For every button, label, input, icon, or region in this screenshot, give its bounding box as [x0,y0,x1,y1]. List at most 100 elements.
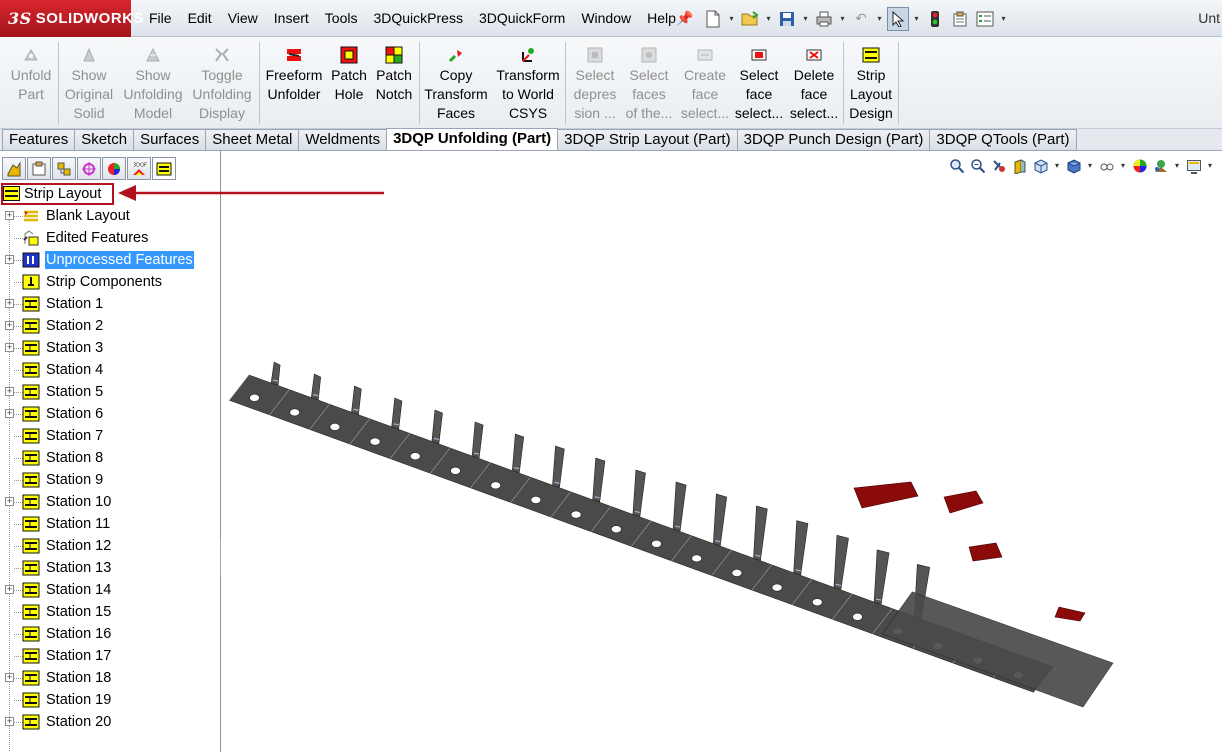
save-dropdown-icon[interactable]: ▾ [801,14,810,23]
menu-file[interactable]: File [141,0,180,37]
tree-item-station-16[interactable]: Station 16 [0,623,220,645]
options-dropdown-icon[interactable]: ▾ [999,14,1008,23]
tab-3dqp-qtools-part[interactable]: 3DQP QTools (Part) [929,129,1077,150]
expand-toggle-icon[interactable]: + [5,211,14,220]
new-document-icon[interactable] [702,7,724,31]
tab-3dqp-unfolding-part[interactable]: 3DQP Unfolding (Part) [386,128,559,150]
tree-item-station-9[interactable]: Station 9 [0,469,220,491]
expand-toggle-icon[interactable]: + [5,343,14,352]
strip-layout-manager-tab-icon[interactable] [152,157,176,180]
menu-window[interactable]: Window [573,0,639,37]
tree-item-station-14[interactable]: + Station 14 [0,579,220,601]
tree-item-station-11[interactable]: Station 11 [0,513,220,535]
tree-item-blank-layout[interactable]: + Blank Layout [0,205,220,227]
tab-features[interactable]: Features [2,129,76,150]
tree-item-station-8[interactable]: Station 8 [0,447,220,469]
print-icon[interactable] [813,7,835,31]
options-icon[interactable] [974,7,996,31]
tab-sheet-metal[interactable]: Sheet Metal [205,129,300,150]
select-dropdown-icon[interactable]: ▾ [912,14,921,23]
tree-item-station-17[interactable]: Station 17 [0,645,220,667]
tree-item-station-19[interactable]: Station 19 [0,689,220,711]
create-face-select-button[interactable]: Create face select... [678,46,732,123]
print-dropdown-icon[interactable]: ▾ [838,14,847,23]
expand-toggle-icon[interactable]: + [5,717,14,726]
tab-weldments[interactable]: Weldments [298,129,388,150]
tree-item-station-18[interactable]: + Station 18 [0,667,220,689]
tree-item-station-2[interactable]: + Station 2 [0,315,220,337]
tree-item-label: Station 11 [46,516,111,532]
freeform-unfolder-button[interactable]: Freeform Unfolder [263,46,325,104]
create-face-select-label: Create face select... [680,67,730,121]
tree-item-station-7[interactable]: Station 7 [0,425,220,447]
tree-item-station-5[interactable]: + Station 5 [0,381,220,403]
menu-edit[interactable]: Edit [180,0,220,37]
tree-item-label: Station 18 [46,670,112,686]
expand-toggle-icon[interactable]: + [5,255,14,264]
strip-layout-design-button[interactable]: Strip Layout Design [847,46,895,123]
tree-item-unprocessed-features[interactable]: + Unprocessed Features [0,249,220,271]
menu-3dquickform[interactable]: 3DQuickForm [471,0,573,37]
open-dropdown-icon[interactable]: ▾ [764,14,773,23]
tab-sketch[interactable]: Sketch [74,129,135,150]
tree-item-station-20[interactable]: + Station 20 [0,711,220,733]
3dqf-manager-tab-icon[interactable]: 3DQF [127,157,151,180]
tree-item-station-10[interactable]: + Station 10 [0,491,220,513]
tree-item-station-3[interactable]: + Station 3 [0,337,220,359]
patch-hole-button[interactable]: Patch Hole [329,46,369,104]
transform-to-world-csys-button[interactable]: Transform to World CSYS [493,46,563,123]
formed-tab [873,549,890,605]
undo-icon[interactable]: ↶ [850,7,872,31]
solidworks-logo[interactable]: 3S SOLIDWORKS [0,0,144,37]
unfold-part-button[interactable]: Unfold Part [8,46,54,104]
expand-toggle-icon[interactable]: + [5,321,14,330]
tab-3dqp-strip-layout-part[interactable]: 3DQP Strip Layout (Part) [557,129,738,150]
rebuild-traffic-light-icon[interactable] [924,7,946,31]
file-properties-icon[interactable] [949,7,971,31]
tree-item-station-4[interactable]: Station 4 [0,359,220,381]
tree-item-station-6[interactable]: + Station 6 [0,403,220,425]
select-cursor-icon[interactable] [887,6,909,31]
patch-notch-button[interactable]: Patch Notch [373,46,415,104]
tree-item-edited-features[interactable]: Edited Features [0,227,220,249]
tree-item-strip-components[interactable]: Strip Components [0,271,220,293]
select-depression-button[interactable]: Select depres sion ... [570,46,620,123]
delete-face-select-label: Delete face select... [789,67,839,121]
new-dropdown-icon[interactable]: ▾ [727,14,736,23]
save-icon[interactable] [776,7,798,31]
feature-manager-tab-icon[interactable] [2,157,26,180]
configuration-manager-tab-icon[interactable] [52,157,76,180]
strip-layout-3d-model[interactable] [221,151,1222,752]
tab-surfaces[interactable]: Surfaces [133,129,207,150]
undo-dropdown-icon[interactable]: ▾ [875,14,884,23]
tree-root-strip-layout[interactable]: Strip Layout [0,183,220,205]
menu-insert[interactable]: Insert [266,0,317,37]
pin-icon[interactable]: 📌 [676,10,693,27]
display-manager-tab-icon[interactable] [102,157,126,180]
select-faces-of-the-button[interactable]: Select faces of the... [624,46,674,123]
tree-item-station-1[interactable]: + Station 1 [0,293,220,315]
graphics-area[interactable]: ▾ ▾ ▾ ▾ ▾ [221,151,1222,752]
open-folder-icon[interactable] [739,7,761,31]
expand-toggle-icon[interactable]: + [5,299,14,308]
delete-face-select-button[interactable]: Delete face select... [788,46,840,123]
dimxpert-manager-tab-icon[interactable] [77,157,101,180]
select-face-select-button[interactable]: Select face select... [734,46,784,123]
tree-item-station-12[interactable]: Station 12 [0,535,220,557]
expand-toggle-icon[interactable]: + [5,409,14,418]
tree-item-station-13[interactable]: Station 13 [0,557,220,579]
toggle-unfolding-display-button[interactable]: Toggle Unfolding Display [190,46,254,123]
property-manager-tab-icon[interactable] [27,157,51,180]
expand-toggle-icon[interactable]: + [5,585,14,594]
menu-view[interactable]: View [220,0,266,37]
show-unfolding-model-button[interactable]: Show Unfolding Model [120,46,186,123]
tab-3dqp-punch-design-part[interactable]: 3DQP Punch Design (Part) [736,129,931,150]
expand-toggle-icon[interactable]: + [5,387,14,396]
expand-toggle-icon[interactable]: + [5,673,14,682]
menu-3dquickpress[interactable]: 3DQuickPress [365,0,470,37]
show-original-solid-button[interactable]: Show Original Solid [62,46,116,123]
expand-toggle-icon[interactable]: + [5,497,14,506]
menu-tools[interactable]: Tools [317,0,366,37]
tree-item-station-15[interactable]: Station 15 [0,601,220,623]
copy-transform-faces-button[interactable]: Copy Transform Faces [423,46,489,123]
